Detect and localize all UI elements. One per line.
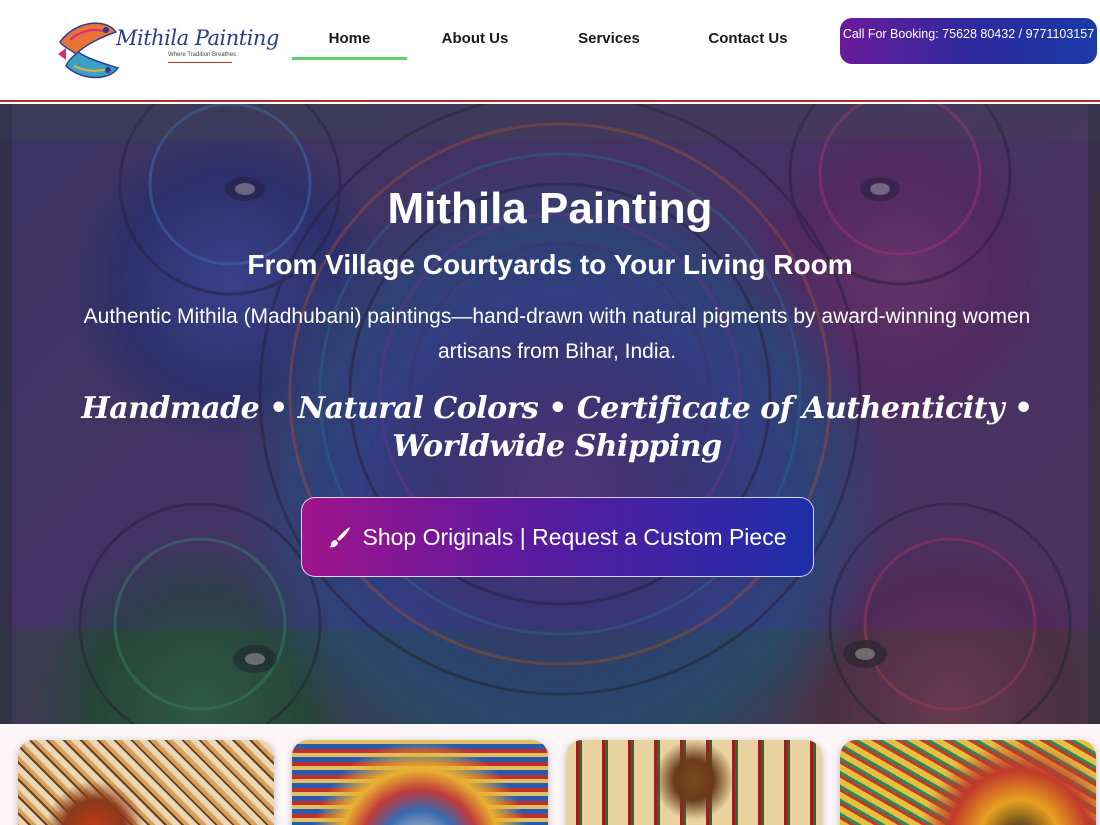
nav-contact-us[interactable]: Contact Us <box>700 30 796 47</box>
hero-description: Authentic Mithila (Madhubani) paintings—… <box>83 305 1031 363</box>
painting-card-3[interactable] <box>566 740 822 825</box>
brand-logo[interactable]: Mithila Painting Where Tradition Breathe… <box>56 14 279 86</box>
hero-features: Handmade • Natural Colors • Certificate … <box>81 391 1033 464</box>
nav-home[interactable]: Home <box>292 30 407 47</box>
painting-card-2[interactable] <box>292 740 548 825</box>
paintbrush-icon <box>329 526 351 548</box>
nav-active-indicator <box>292 57 407 60</box>
painting-gallery <box>0 724 1100 825</box>
painting-card-4[interactable] <box>840 740 1096 825</box>
hero-subtitle: From Village Courtyards to Your Living R… <box>247 249 853 280</box>
brand-tagline: Where Tradition Breathes <box>168 52 237 58</box>
call-booking-button[interactable]: Call For Booking: 75628 80432 / 97711031… <box>840 18 1097 64</box>
fish-emblem-icon <box>58 22 120 79</box>
shop-cta-label: Shop Originals | Request a Custom Piece <box>362 524 787 550</box>
nav-about-us[interactable]: About Us <box>430 30 520 47</box>
nav-services[interactable]: Services <box>566 30 652 47</box>
hero-title: Mithila Painting <box>387 184 713 233</box>
site-header: Mithila Painting Where Tradition Breathe… <box>0 0 1100 102</box>
brand-name: Mithila Painting <box>116 26 279 50</box>
hero-section: Mithila Painting From Village Courtyards… <box>0 104 1100 724</box>
shop-cta-button[interactable]: Shop Originals | Request a Custom Piece <box>301 497 814 577</box>
logo-divider <box>168 62 232 63</box>
painting-card-1[interactable] <box>18 740 274 825</box>
